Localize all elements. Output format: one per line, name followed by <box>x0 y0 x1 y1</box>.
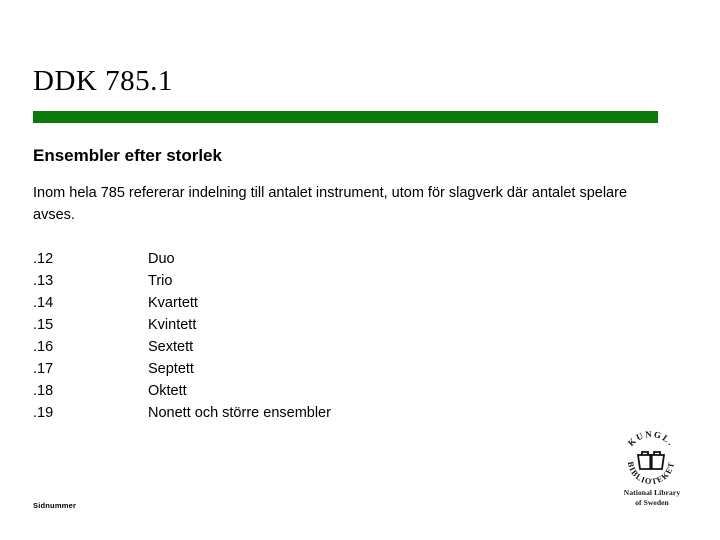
slide-canvas: DDK 785.1 Ensembler efter storlek Inom h… <box>0 0 720 540</box>
entry-label: Kvartett <box>148 295 198 311</box>
table-row: .14 Kvartett <box>33 292 553 314</box>
title-divider-rule <box>33 111 658 123</box>
classification-entry-body: .12 Duo .13 Trio .14 Kvartett .15 Kvinte… <box>33 248 553 424</box>
entry-code: .18 <box>33 383 54 399</box>
svg-text:KUNGL.: KUNGL. <box>626 431 677 448</box>
entry-code: .12 <box>33 251 54 267</box>
entry-label: Duo <box>148 251 175 267</box>
entry-label: Septett <box>148 361 194 377</box>
table-row: .15 Kvintett <box>33 314 553 336</box>
entry-code: .17 <box>33 361 54 377</box>
intro-paragraph: Inom hela 785 refererar indelning till a… <box>33 185 628 223</box>
entry-code: .15 <box>33 317 54 333</box>
logo-caption: National Library of Sweden <box>604 488 700 507</box>
table-row: .16 Sextett <box>33 336 553 358</box>
organization-logo: KUNGL. BIBLIOTEKET National Library of S… <box>604 431 700 509</box>
page-title: DDK 785.1 <box>33 65 173 97</box>
logo-caption-line-1: National Library <box>623 488 681 497</box>
table-row: .12 Duo <box>33 248 553 270</box>
entry-label: Sextett <box>148 339 194 355</box>
entry-code: .14 <box>33 295 54 311</box>
kungliga-biblioteket-emblem-icon: KUNGL. BIBLIOTEKET <box>626 431 677 486</box>
table-row: .18 Oktett <box>33 380 553 402</box>
entry-label: Trio <box>148 273 173 289</box>
entry-code: .16 <box>33 339 54 355</box>
table-row: .19 Nonett och större ensembler <box>33 402 553 424</box>
footer-page-number-placeholder: Sidnummer <box>33 501 77 510</box>
entry-label: Nonett och större ensembler <box>148 405 331 421</box>
entry-label: Kvintett <box>148 317 197 333</box>
entry-label: Oktett <box>148 383 187 399</box>
logo-caption-line-2: of Sweden <box>635 497 669 507</box>
section-subheading: Ensembler efter storlek <box>33 146 222 165</box>
table-row: .17 Septett <box>33 358 553 380</box>
classification-entry-table: .12 Duo .13 Trio .14 Kvartett .15 Kvinte… <box>33 248 553 424</box>
entry-code: .19 <box>33 405 54 421</box>
table-row: .13 Trio <box>33 270 553 292</box>
entry-code: .13 <box>33 273 54 289</box>
